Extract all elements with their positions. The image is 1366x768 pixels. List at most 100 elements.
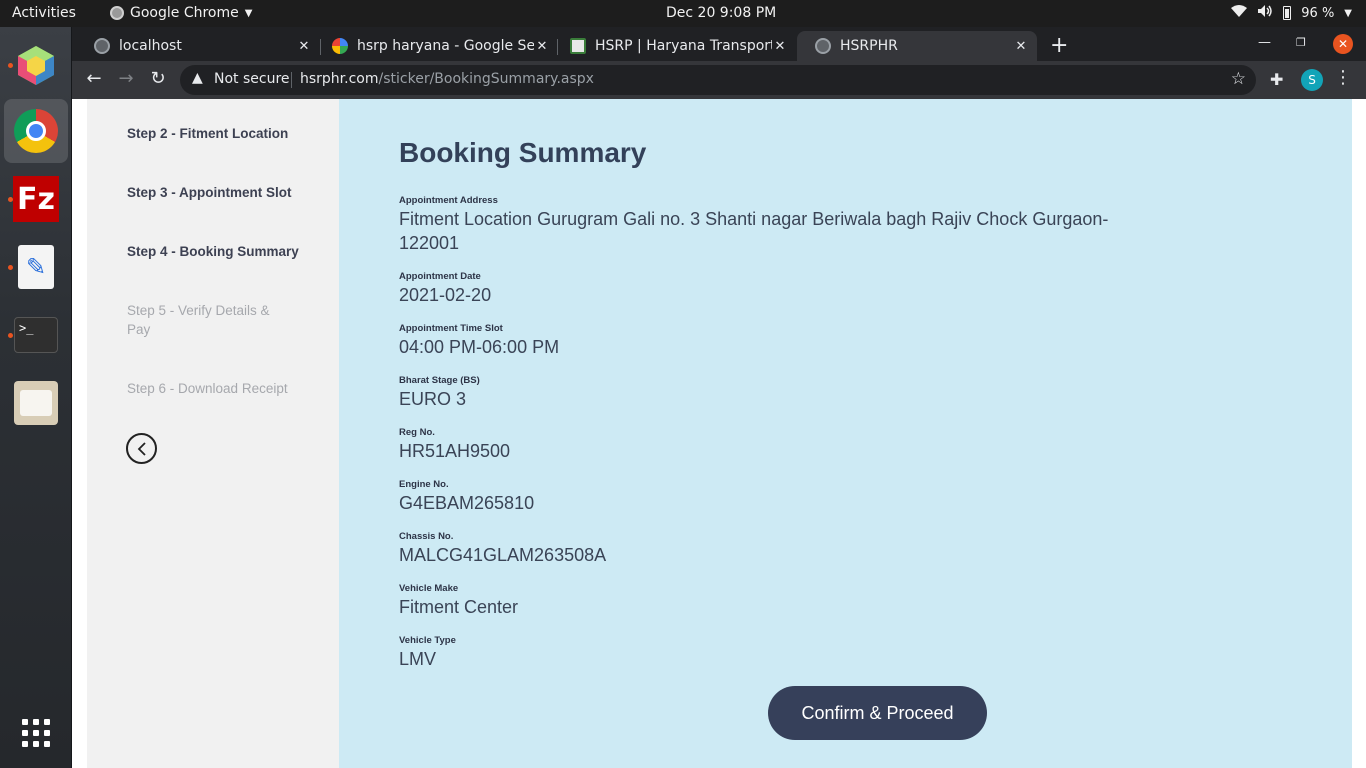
chevron-left-icon [137, 441, 146, 456]
chrome-icon [14, 109, 58, 153]
booking-summary-panel: Booking Summary Appointment Address Fitm… [339, 99, 1352, 768]
appointment-time-slot-field: Appointment Time Slot 04:00 PM-06:00 PM [399, 323, 1119, 359]
url-host: hsrphr.com [300, 71, 379, 87]
appointment-date-field: Appointment Date 2021-02-20 [399, 271, 1119, 307]
field-label: Appointment Date [399, 271, 481, 282]
terminal-launcher[interactable]: >_ [4, 303, 68, 367]
field-value: 04:00 PM-06:00 PM [399, 337, 560, 357]
vehicle-type-field: Vehicle Type LMV [399, 635, 1119, 671]
step-appointment-slot[interactable]: Step 3 - Appointment Slot [127, 183, 307, 202]
field-label: Bharat Stage (BS) [399, 375, 480, 386]
browser-toolbar: ← → ↻ ▲ Not secure hsrphr.com/sticker/Bo… [72, 61, 1366, 99]
url-text[interactable]: hsrphr.com/sticker/BookingSummary.aspx [300, 71, 594, 87]
tab-title: hsrp haryana - Google Sea [357, 38, 534, 54]
tab-hsrphr[interactable]: HSRPHR ✕ [797, 31, 1037, 61]
running-indicator [8, 333, 13, 338]
field-value: EURO 3 [399, 389, 467, 409]
field-value: Fitment Center [399, 597, 519, 617]
field-label: Appointment Time Slot [399, 323, 503, 334]
field-label: Vehicle Type [399, 635, 456, 646]
field-value: G4EBAM265810 [399, 493, 535, 513]
kebab-menu-icon[interactable]: ⋮ [1334, 67, 1352, 88]
reload-icon[interactable]: ↻ [146, 68, 170, 89]
field-label: Reg No. [399, 427, 435, 438]
maximize-button[interactable]: ❐ [1296, 36, 1306, 49]
tab-haryana-transport[interactable]: HSRP | Haryana Transport ✕ [552, 31, 796, 61]
google-icon [332, 38, 348, 54]
step-download-receipt: Step 6 - Download Receipt [127, 381, 288, 396]
extensions-puzzle-icon[interactable]: ✚ [1270, 70, 1283, 89]
system-top-bar: Activities Google Chrome ▼ Dec 20 9:08 P… [0, 0, 1366, 27]
field-value: 2021-02-20 [399, 285, 492, 305]
chevron-down-icon: ▼ [244, 7, 253, 19]
close-icon[interactable]: ✕ [534, 39, 550, 54]
terminal-icon: >_ [14, 317, 58, 353]
page-title: Booking Summary [399, 137, 647, 168]
back-arrow-icon[interactable]: ← [82, 68, 106, 89]
filezilla-launcher[interactable]: Fz [4, 167, 68, 231]
dock: Fz ✎ >_ [0, 27, 72, 768]
text-editor-icon: ✎ [18, 245, 54, 289]
vehicle-make-field: Vehicle Make Fitment Center [399, 583, 1119, 619]
field-label: Engine No. [399, 479, 449, 490]
profile-avatar[interactable]: S [1301, 69, 1323, 91]
close-icon[interactable]: ✕ [772, 39, 788, 54]
netbeans-icon [18, 46, 54, 85]
battery-percent: 96 % [1301, 5, 1335, 21]
page-right-margin [1352, 99, 1366, 768]
bharat-stage-field: Bharat Stage (BS) EURO 3 [399, 375, 1119, 411]
files-launcher[interactable] [4, 371, 68, 435]
url-path: /sticker/BookingSummary.aspx [378, 71, 594, 87]
field-value: Fitment Location Gurugram Gali no. 3 Sha… [399, 209, 1109, 253]
field-label: Appointment Address [399, 195, 498, 206]
security-label[interactable]: Not secure [214, 71, 290, 87]
field-value: LMV [399, 649, 437, 669]
running-indicator [8, 63, 13, 68]
running-indicator [8, 265, 13, 270]
folder-icon [14, 381, 58, 425]
volume-icon [1257, 4, 1273, 22]
bookmark-star-icon[interactable]: ☆ [1231, 69, 1246, 89]
new-tab-button[interactable]: + [1050, 33, 1068, 58]
tab-google-search[interactable]: hsrp haryana - Google Sea ✕ [314, 31, 558, 61]
forward-arrow-icon[interactable]: → [114, 68, 138, 89]
field-label: Vehicle Make [399, 583, 459, 594]
close-icon[interactable]: ✕ [296, 39, 312, 54]
app-menu-label: Google Chrome [130, 5, 239, 21]
filezilla-icon: Fz [13, 176, 59, 222]
appointment-address-field: Appointment Address Fitment Location Gur… [399, 195, 1119, 255]
tab-strip: localhost ✕ hsrp haryana - Google Sea ✕ … [72, 27, 1366, 61]
minimize-button[interactable]: — [1258, 35, 1271, 50]
field-value: MALCG41GLAM263508A [399, 545, 607, 565]
step-booking-summary[interactable]: Step 4 - Booking Summary [127, 242, 307, 261]
window-close-button[interactable]: ✕ [1333, 34, 1353, 54]
system-tray[interactable]: 96 % ▼ [1231, 4, 1352, 22]
warning-triangle-icon[interactable]: ▲ [192, 70, 203, 86]
app-menu[interactable]: Google Chrome ▼ [110, 5, 252, 21]
tab-localhost[interactable]: localhost ✕ [76, 31, 320, 61]
wifi-icon [1231, 5, 1248, 21]
netbeans-launcher[interactable] [4, 33, 68, 97]
tab-title: localhost [119, 38, 182, 54]
confirm-proceed-button[interactable]: Confirm & Proceed [768, 686, 987, 740]
back-button[interactable] [126, 433, 157, 464]
app-grid-icon [22, 719, 50, 747]
text-editor-launcher[interactable]: ✎ [4, 235, 68, 299]
chrome-launcher[interactable] [4, 99, 68, 163]
chrome-app-icon [110, 6, 124, 20]
show-applications-button[interactable] [4, 701, 68, 765]
address-bar[interactable]: ▲ Not secure hsrphr.com/sticker/BookingS… [180, 65, 1256, 95]
close-icon[interactable]: ✕ [1013, 39, 1029, 54]
chevron-down-icon: ▼ [1344, 7, 1352, 19]
browser-window: localhost ✕ hsrp haryana - Google Sea ✕ … [72, 27, 1366, 768]
running-indicator [8, 197, 13, 202]
step-fitment-location[interactable]: Step 2 - Fitment Location [127, 124, 307, 143]
chassis-no-field: Chassis No. MALCG41GLAM263508A [399, 531, 1119, 567]
omnibox-divider [291, 72, 292, 88]
page-viewport: Step 2 - Fitment Location Step 3 - Appoi… [72, 99, 1366, 768]
steps-sidebar: Step 2 - Fitment Location Step 3 - Appoi… [87, 99, 340, 768]
activities-button[interactable]: Activities [12, 5, 76, 21]
clock[interactable]: Dec 20 9:08 PM [666, 5, 776, 21]
tab-title: HSRP | Haryana Transport [595, 38, 772, 54]
tab-title: HSRPHR [840, 38, 898, 54]
